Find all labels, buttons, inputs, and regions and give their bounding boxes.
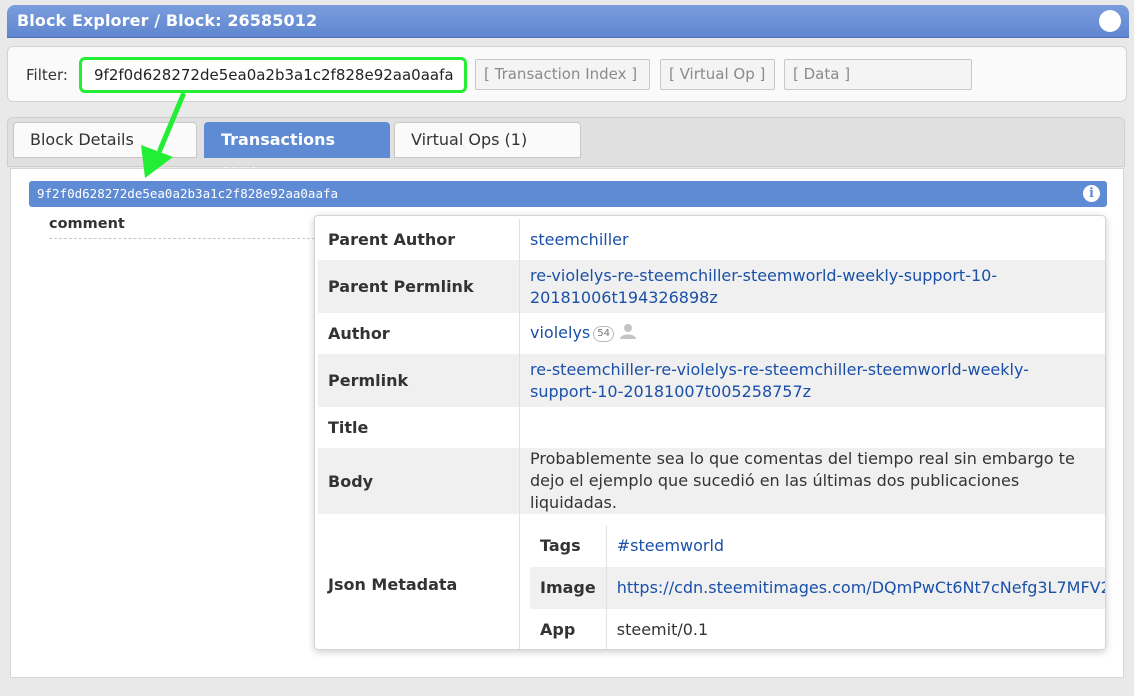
detail-key: Parent Permlink — [318, 260, 520, 313]
title-value — [519, 407, 1105, 448]
virtual-op-input[interactable]: [ Virtual Op ] — [660, 59, 775, 90]
json-row-image: Image https://cdn.steemitimages.com/DQmP… — [530, 566, 1105, 609]
image-link[interactable]: https://cdn.steemitimages.com/DQmPwCt6Nt… — [617, 578, 1105, 597]
detail-key: Author — [328, 324, 390, 343]
detail-row-json-metadata: Json Metadata Tags #steemworld Image htt… — [318, 514, 1105, 649]
window-control-button[interactable] — [1099, 10, 1121, 32]
transaction-hash: 9f2f0d628272de5ea0a2b3a1c2f828e92aa0aafa — [37, 186, 339, 201]
transaction-header[interactable]: 9f2f0d628272de5ea0a2b3a1c2f828e92aa0aafa… — [29, 181, 1107, 207]
detail-row-title: Title — [318, 407, 1105, 448]
user-icon[interactable] — [619, 323, 636, 345]
transaction-index-input[interactable]: [ Transaction Index ] — [475, 59, 650, 90]
operation-detail-popup: Parent Author steemchiller Parent Permli… — [314, 215, 1106, 650]
operation-name[interactable]: comment — [49, 216, 125, 232]
window-title: Block Explorer / Block: 26585012 — [17, 11, 318, 30]
detail-row-parent-permlink: Parent Permlink re-violelys-re-steemchil… — [318, 260, 1105, 313]
detail-key: Parent Author — [328, 230, 456, 249]
detail-row-author: Author violelys 54 — [318, 313, 1105, 354]
detail-row-permlink: Permlink re-steemchiller-re-violelys-re-… — [318, 354, 1105, 407]
detail-key: Body — [318, 448, 520, 514]
json-key: Image — [530, 566, 607, 609]
json-row-app: App steemit/0.1 — [530, 608, 1105, 649]
tab-bar: Block Details Transactions (29) Virtual … — [7, 117, 1125, 183]
detail-row-parent-author: Parent Author steemchiller — [318, 219, 1105, 260]
tab-virtual-ops[interactable]: Virtual Ops (1) — [394, 122, 581, 158]
json-row-tags: Tags #steemworld — [530, 524, 1105, 567]
tab-transactions[interactable]: Transactions (29) — [204, 122, 390, 183]
parent-permlink-link[interactable]: re-violelys-re-steemchiller-steemworld-w… — [530, 266, 997, 307]
json-key: Tags — [530, 524, 607, 567]
parent-author-link[interactable]: steemchiller — [530, 230, 629, 249]
operation-detail-table: Parent Author steemchiller Parent Permli… — [318, 219, 1105, 649]
tab-block-details[interactable]: Block Details — [13, 122, 197, 158]
detail-key: Json Metadata — [318, 514, 520, 649]
window-titlebar: Block Explorer / Block: 26585012 — [7, 5, 1129, 37]
permlink-link[interactable]: re-steemchiller-re-violelys-re-steemchil… — [530, 360, 1029, 401]
data-input[interactable]: [ Data ] — [784, 59, 972, 90]
info-icon[interactable]: i — [1083, 185, 1100, 202]
reputation-badge: 54 — [593, 325, 614, 342]
author-link[interactable]: violelys — [530, 323, 590, 342]
filter-input[interactable]: 9f2f0d628272de5ea0a2b3a1c2f828e92aa0aafa — [79, 57, 467, 93]
operation-divider — [49, 238, 315, 239]
detail-key: Title — [328, 418, 369, 437]
json-key: App — [530, 608, 607, 649]
body-value: Probablemente sea lo que comentas del ti… — [519, 448, 1105, 514]
tag-link[interactable]: #steemworld — [617, 536, 724, 555]
filter-bar: Filter: 9f2f0d628272de5ea0a2b3a1c2f828e9… — [7, 46, 1127, 102]
app-value: steemit/0.1 — [616, 619, 709, 639]
detail-row-body: Body Probablemente sea lo que comentas d… — [318, 448, 1105, 514]
json-metadata-table: Tags #steemworld Image https://cdn.steem… — [530, 521, 1105, 649]
detail-key: Permlink — [318, 354, 520, 407]
filter-label: Filter: — [26, 66, 68, 84]
